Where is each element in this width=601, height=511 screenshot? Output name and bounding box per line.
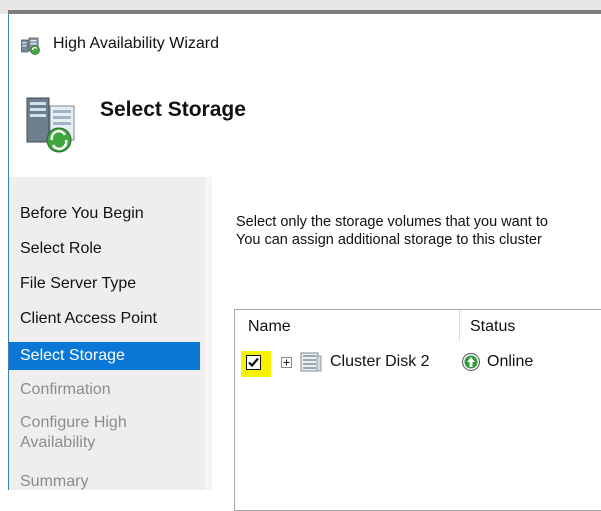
nav-step-confirmation: Confirmation — [20, 381, 111, 398]
nav-divider — [205, 177, 212, 490]
wizard-icon — [21, 37, 40, 55]
checkmark-icon — [248, 357, 259, 368]
storage-list[interactable]: Name Status Cluster Disk 2 Online — [234, 309, 601, 511]
instruction-text: Select only the storage volumes that you… — [236, 213, 548, 249]
instruction-line-2: You can assign additional storage to thi… — [236, 232, 542, 248]
content-pane: Select only the storage volumes that you… — [212, 177, 601, 511]
nav-step-before-you-begin[interactable]: Before You Begin — [9, 203, 200, 225]
row-status: Online — [487, 353, 534, 370]
disk-icon — [300, 352, 322, 372]
nav-step-file-server-type[interactable]: File Server Type — [9, 273, 200, 295]
plus-icon — [283, 359, 290, 366]
storage-header-icon — [26, 97, 75, 153]
nav-step-client-access-point[interactable]: Client Access Point — [9, 308, 200, 330]
column-header-status[interactable]: Status — [470, 318, 515, 336]
nav-step-select-role[interactable]: Select Role — [9, 238, 200, 260]
expand-plus-icon[interactable] — [281, 357, 292, 368]
nav-step-configure-high-availability: Configure High Availability — [20, 414, 127, 451]
table-row[interactable]: Cluster Disk 2 Online — [235, 345, 601, 377]
nav-step-select-storage[interactable]: Select Storage — [9, 342, 200, 370]
instruction-line-1: Select only the storage volumes that you… — [236, 214, 548, 230]
wizard-window: High Availability Wizard Select Storage … — [8, 14, 601, 511]
title-bar: High Availability Wizard — [9, 14, 601, 58]
column-separator[interactable] — [459, 310, 460, 341]
wizard-steps-nav: Before You Begin Select Role File Server… — [9, 177, 205, 490]
checkbox-checked-icon[interactable] — [246, 355, 261, 370]
page-heading: Select Storage — [100, 98, 246, 121]
window-title: High Availability Wizard — [53, 35, 219, 52]
online-status-icon — [461, 352, 481, 372]
column-header-name[interactable]: Name — [248, 318, 291, 336]
row-name: Cluster Disk 2 — [330, 353, 430, 370]
